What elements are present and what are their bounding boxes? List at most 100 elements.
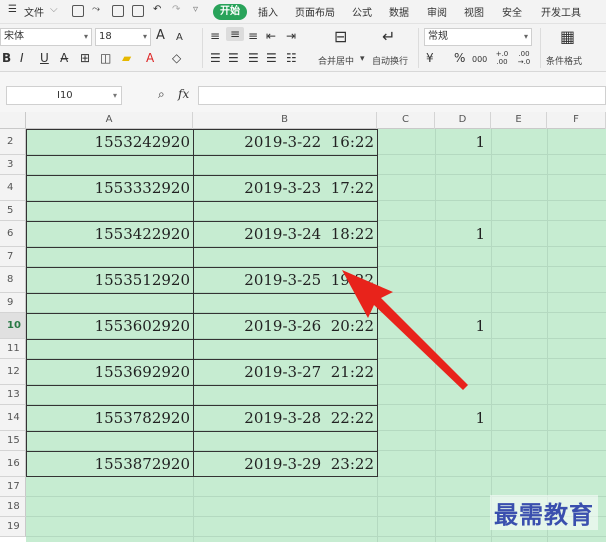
cell-d7[interactable] xyxy=(435,247,491,267)
cell-a16[interactable]: 1553872920 xyxy=(26,451,193,477)
cell-b15[interactable] xyxy=(193,431,377,451)
cell-d16[interactable] xyxy=(435,451,491,477)
cell-b17[interactable] xyxy=(193,477,377,497)
column-header-c[interactable]: C xyxy=(377,112,435,129)
cell-d8[interactable] xyxy=(435,267,491,293)
cell-a13[interactable] xyxy=(26,385,193,405)
align-right-icon[interactable]: ☰ xyxy=(248,51,259,65)
print-icon[interactable] xyxy=(112,5,124,17)
cell-a3[interactable] xyxy=(26,155,193,175)
row-header-15[interactable]: 15 xyxy=(0,431,26,451)
number-format-select[interactable]: 常规 ▾ xyxy=(424,28,532,46)
font-grow-button[interactable]: A xyxy=(156,29,165,43)
align-middle-icon[interactable]: ≡ xyxy=(226,27,244,41)
row-header-6[interactable]: 6 xyxy=(0,221,26,247)
row-header-10[interactable]: 10 xyxy=(0,313,26,339)
font-name-select[interactable]: 宋体 ▾ xyxy=(0,28,92,46)
cell-b12[interactable]: 2019-3-27 21:22 xyxy=(193,359,377,385)
tab-review[interactable]: 审阅 xyxy=(427,4,447,19)
cell-b5[interactable] xyxy=(193,201,377,221)
fx-button[interactable]: fx xyxy=(178,87,189,101)
cell-b8[interactable]: 2019-3-25 19:22 xyxy=(193,267,377,293)
tab-page-layout[interactable]: 页面布局 xyxy=(295,4,335,19)
cell-d3[interactable] xyxy=(435,155,491,175)
row-header-2[interactable]: 2 xyxy=(0,129,26,155)
cell-a15[interactable] xyxy=(26,431,193,451)
italic-button[interactable]: I xyxy=(20,51,24,65)
tab-security[interactable]: 安全 xyxy=(502,4,522,19)
comma-style-button[interactable]: 000 xyxy=(472,53,487,67)
row-header-4[interactable]: 4 xyxy=(0,175,26,201)
cell-d12[interactable] xyxy=(435,359,491,385)
cell-a14[interactable]: 1553782920 xyxy=(26,405,193,431)
justify-icon[interactable]: ☰ xyxy=(266,51,277,65)
cell-b2[interactable]: 2019-3-22 16:22 xyxy=(193,129,377,155)
font-shrink-button[interactable]: A xyxy=(176,31,183,45)
font-size-select[interactable]: 18 ▾ xyxy=(95,28,151,46)
cell-b11[interactable] xyxy=(193,339,377,359)
cell-a7[interactable] xyxy=(26,247,193,267)
cell-b6[interactable]: 2019-3-24 18:22 xyxy=(193,221,377,247)
strikethrough-icon[interactable]: A̶ xyxy=(60,51,68,65)
cell-b16[interactable]: 2019-3-29 23:22 xyxy=(193,451,377,477)
percent-button[interactable]: % xyxy=(454,51,465,65)
cell-b19[interactable] xyxy=(193,517,377,537)
cell-a2[interactable]: 1553242920 xyxy=(26,129,193,155)
quick-access-dropdown-icon[interactable]: ▿ xyxy=(193,4,198,15)
cell-d5[interactable] xyxy=(435,201,491,221)
row-header-16[interactable]: 16 xyxy=(0,451,26,477)
name-box[interactable]: I10 ▾ xyxy=(6,86,122,105)
bold-button[interactable]: B xyxy=(2,51,11,65)
border-icon[interactable]: ⊞ xyxy=(80,51,90,65)
chevron-down-icon[interactable]: ▾ xyxy=(360,54,365,64)
row-header-17[interactable]: 17 xyxy=(0,477,26,497)
tab-view[interactable]: 视图 xyxy=(464,4,484,19)
cell-b9[interactable] xyxy=(193,293,377,313)
cell-d17[interactable] xyxy=(435,477,491,497)
cell-d18[interactable] xyxy=(435,497,491,517)
row-header-19[interactable]: 19 xyxy=(0,517,26,537)
increase-decimal-button[interactable]: +.0 .00 xyxy=(492,50,512,66)
currency-icon[interactable]: ¥ xyxy=(426,51,434,65)
cell-d2[interactable]: 1 xyxy=(435,129,491,155)
menu-file[interactable]: 文件 xyxy=(24,4,44,19)
cell-a4[interactable]: 1553332920 xyxy=(26,175,193,201)
cell-d11[interactable] xyxy=(435,339,491,359)
cell-a11[interactable] xyxy=(26,339,193,359)
cell-a8[interactable]: 1553512920 xyxy=(26,267,193,293)
wrap-text-button[interactable]: 自动换行 xyxy=(372,54,408,67)
cell-b3[interactable] xyxy=(193,155,377,175)
cell-a17[interactable] xyxy=(26,477,193,497)
merge-center-button[interactable]: 合并居中 xyxy=(318,54,354,67)
row-header-14[interactable]: 14 xyxy=(0,405,26,431)
tab-formulas[interactable]: 公式 xyxy=(352,4,372,19)
cell-a19[interactable] xyxy=(26,517,193,537)
align-left-icon[interactable]: ☰ xyxy=(210,51,221,65)
share-icon[interactable]: ⤳ xyxy=(92,4,100,15)
cell-a12[interactable]: 1553692920 xyxy=(26,359,193,385)
row-header-3[interactable]: 3 xyxy=(0,155,26,175)
row-header-9[interactable]: 9 xyxy=(0,293,26,313)
merge-center-icon[interactable]: ⊟ xyxy=(334,29,347,45)
indent-increase-icon[interactable]: ⇥ xyxy=(286,29,296,43)
redo-icon[interactable]: ↷ xyxy=(172,4,180,15)
cell-d9[interactable] xyxy=(435,293,491,313)
decrease-decimal-button[interactable]: .00 →.0 xyxy=(514,50,534,66)
tab-data[interactable]: 数据 xyxy=(389,4,409,19)
indent-decrease-icon[interactable]: ⇤ xyxy=(266,29,276,43)
cell-d4[interactable] xyxy=(435,175,491,201)
cell-b14[interactable]: 2019-3-28 22:22 xyxy=(193,405,377,431)
cell-a9[interactable] xyxy=(26,293,193,313)
tab-home[interactable]: 开始 xyxy=(213,4,247,20)
underline-button[interactable]: U xyxy=(40,51,49,65)
cell-b10[interactable]: 2019-3-26 20:22 xyxy=(193,313,377,339)
cell-b4[interactable]: 2019-3-23 17:22 xyxy=(193,175,377,201)
cell-d6[interactable]: 1 xyxy=(435,221,491,247)
select-all-corner[interactable] xyxy=(0,112,26,129)
cell-d15[interactable] xyxy=(435,431,491,451)
cell-b18[interactable] xyxy=(193,497,377,517)
column-header-e[interactable]: E xyxy=(491,112,547,129)
align-bottom-icon[interactable]: ≡ xyxy=(248,29,258,43)
cell-a10[interactable]: 1553602920 xyxy=(26,313,193,339)
formula-input[interactable] xyxy=(198,86,606,105)
